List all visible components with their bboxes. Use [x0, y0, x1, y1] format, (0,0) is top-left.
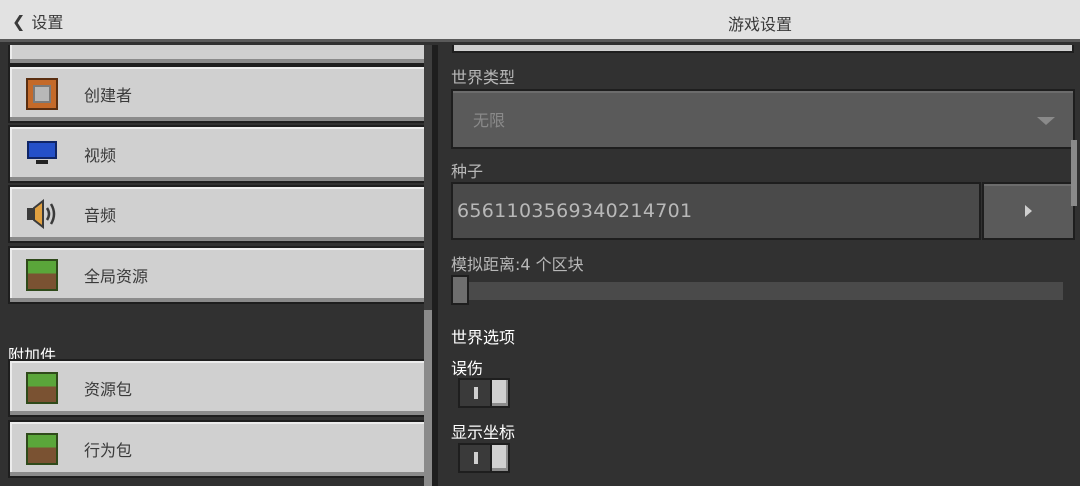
friendly-fire-toggle[interactable] [458, 378, 510, 408]
seed-input[interactable]: 6561103569340214701 [451, 182, 981, 240]
sidebar-item-audio[interactable]: 音频 [8, 185, 426, 243]
sidebar-item-resource-packs[interactable]: 资源包 [8, 359, 426, 417]
show-coordinates-toggle[interactable] [458, 443, 510, 473]
speaker-icon [25, 197, 59, 231]
back-label: 设置 [31, 13, 64, 32]
sidebar-item-label: 音频 [84, 206, 117, 225]
game-settings-panel: 世界类型 无限 种子 6561103569340214701 模拟距离:4 个区… [438, 45, 1080, 486]
title-bar: ❮ 设置 游戏设置 [0, 0, 1080, 42]
page-title: 游戏设置 [727, 15, 792, 34]
simulation-distance-label: 模拟距离:4 个区块 [451, 255, 584, 274]
world-type-label: 世界类型 [451, 68, 516, 87]
grass-block-icon [25, 371, 59, 405]
monitor-icon [25, 137, 59, 171]
grass-block-icon [25, 258, 59, 292]
sidebar-item-label: 创建者 [84, 86, 133, 105]
back-button[interactable]: ❮ 设置 [12, 8, 63, 34]
sidebar-scrollbar-thumb[interactable] [424, 310, 432, 486]
toggle-on-mark [474, 387, 478, 399]
sidebar-item-video[interactable]: 视频 [8, 125, 426, 183]
world-type-value: 无限 [473, 111, 506, 130]
seed-value: 6561103569340214701 [457, 200, 693, 222]
simulation-distance-slider-thumb[interactable] [451, 275, 469, 305]
sidebar-item-label: 视频 [84, 146, 117, 165]
partial-control[interactable] [452, 45, 1074, 53]
sidebar-item-label: 资源包 [84, 380, 133, 399]
show-coordinates-label: 显示坐标 [451, 423, 516, 442]
settings-sidebar: 创建者 视频 音频 全局资源 附加件 资源包 行为包 [0, 45, 432, 486]
settings-scrollbar-thumb[interactable] [1071, 140, 1077, 206]
sidebar-item-creator[interactable]: 创建者 [8, 65, 426, 123]
world-options-title: 世界选项 [451, 328, 516, 347]
sidebar-item-label: 全局资源 [84, 267, 149, 286]
sidebar-item-label: 行为包 [84, 441, 133, 460]
friendly-fire-label: 误伤 [451, 359, 484, 378]
sidebar-scrollbar[interactable] [424, 45, 432, 486]
simulation-distance-slider[interactable] [451, 282, 1063, 300]
creator-icon [25, 77, 59, 111]
sidebar-item-partial[interactable] [8, 45, 426, 65]
toggle-knob [490, 443, 510, 473]
sidebar-item-behavior-packs[interactable]: 行为包 [8, 420, 426, 478]
sidebar-item-global-resources[interactable]: 全局资源 [8, 246, 426, 304]
toggle-on-mark [474, 452, 478, 464]
seed-label: 种子 [451, 162, 484, 181]
chevron-left-icon: ❮ [12, 11, 26, 31]
play-arrow-icon [1025, 205, 1032, 217]
world-type-dropdown[interactable]: 无限 [451, 89, 1075, 149]
toggle-knob [490, 378, 510, 408]
grass-block-icon [25, 432, 59, 466]
chevron-down-icon [1037, 117, 1055, 125]
seed-picker-button[interactable] [982, 182, 1075, 240]
